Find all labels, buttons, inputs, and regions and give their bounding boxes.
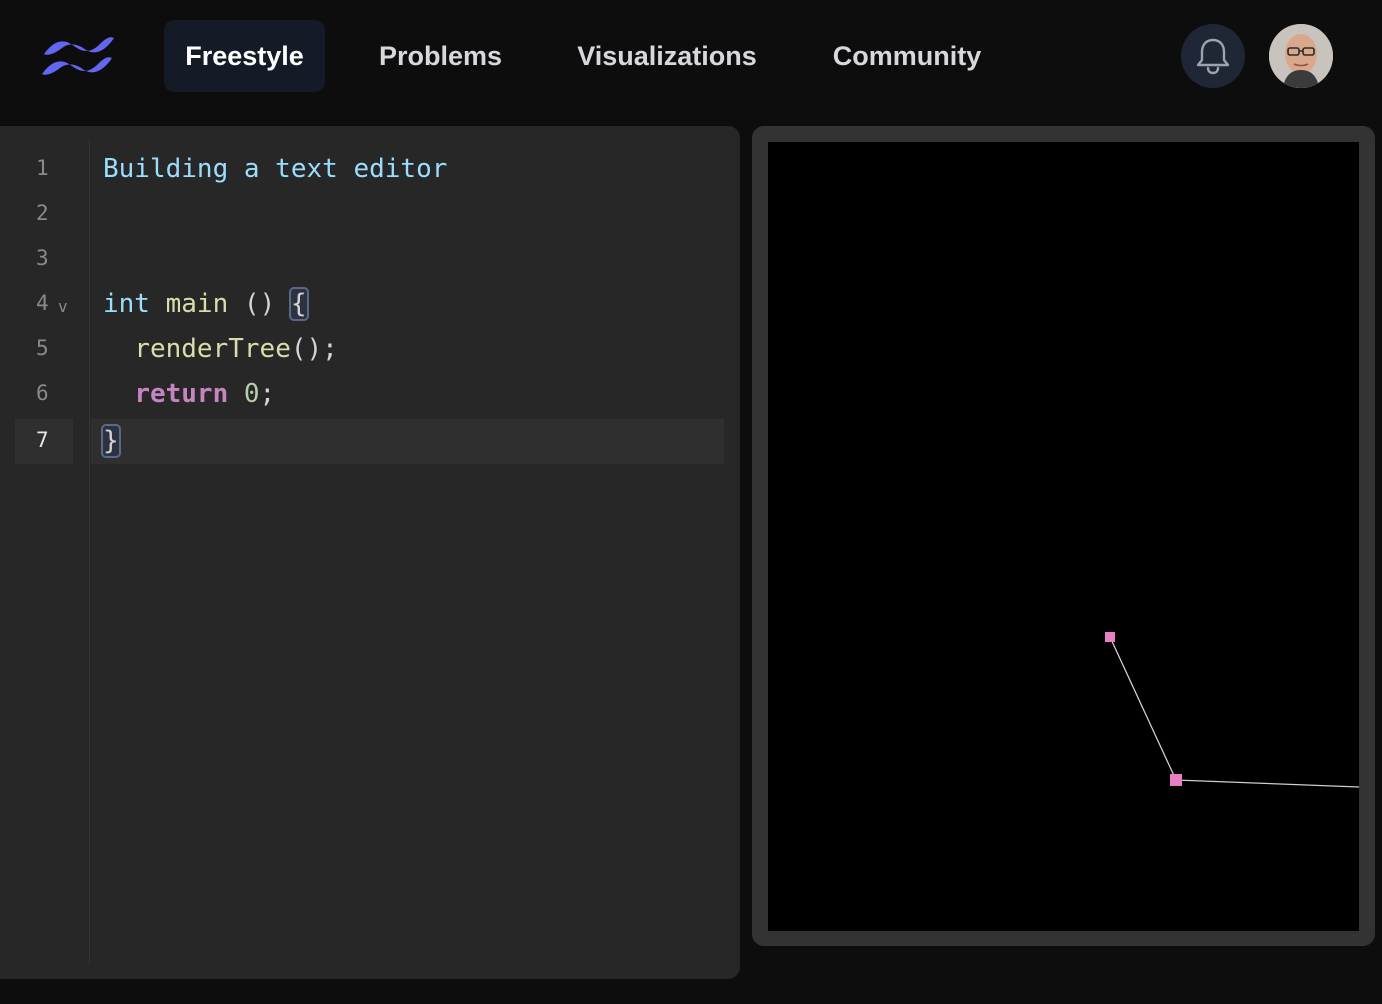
code-text: Building a text editor (103, 154, 448, 184)
tab-problems[interactable]: Problems (360, 20, 521, 92)
notifications-button[interactable] (1181, 24, 1245, 88)
line-number: 3 (36, 246, 49, 270)
wave-logo-icon[interactable] (40, 32, 116, 80)
editor-line[interactable]: 6 return 0; (0, 372, 740, 417)
editor-line[interactable]: 4 v int main () { (0, 282, 740, 327)
user-avatar[interactable] (1269, 24, 1333, 88)
editor-line[interactable]: 1 Building a text editor (0, 147, 740, 192)
tree-edge (1109, 636, 1177, 781)
fold-toggle-icon[interactable]: v (58, 290, 68, 324)
code-line-text[interactable]: renderTree(); (103, 327, 338, 372)
editor-line-current[interactable]: 7 } (0, 419, 740, 464)
tab-visualizations[interactable]: Visualizations (560, 20, 774, 92)
code-line-text[interactable]: return 0; (103, 372, 275, 417)
editor-line[interactable]: 5 renderTree(); (0, 327, 740, 372)
visualization-panel (752, 126, 1375, 946)
code-line-text[interactable]: int main () { (103, 282, 309, 327)
line-number: 2 (36, 201, 49, 225)
top-nav: Freestyle Problems Visualizations Commun… (0, 0, 1382, 112)
code-editor[interactable]: 1 Building a text editor 2 3 4 v int mai… (0, 126, 740, 979)
editor-line[interactable]: 3 (0, 237, 740, 282)
line-number: 6 (36, 381, 49, 405)
editor-line[interactable]: 2 (0, 192, 740, 237)
tab-freestyle[interactable]: Freestyle (164, 20, 325, 92)
tab-community[interactable]: Community (812, 20, 1002, 92)
tree-node (1105, 632, 1115, 642)
code-line-text[interactable]: } (101, 419, 121, 464)
line-number: 7 (15, 419, 73, 464)
line-number: 1 (36, 156, 49, 180)
bell-icon (1196, 38, 1230, 75)
tree-edge (1175, 779, 1359, 788)
current-line-highlight (91, 419, 724, 464)
tree-graph (1105, 632, 1359, 788)
visualization-canvas[interactable] (768, 142, 1359, 931)
tree-node (1170, 774, 1182, 786)
code-line-text[interactable]: Building a text editor (103, 147, 447, 192)
line-number: 5 (36, 336, 49, 360)
